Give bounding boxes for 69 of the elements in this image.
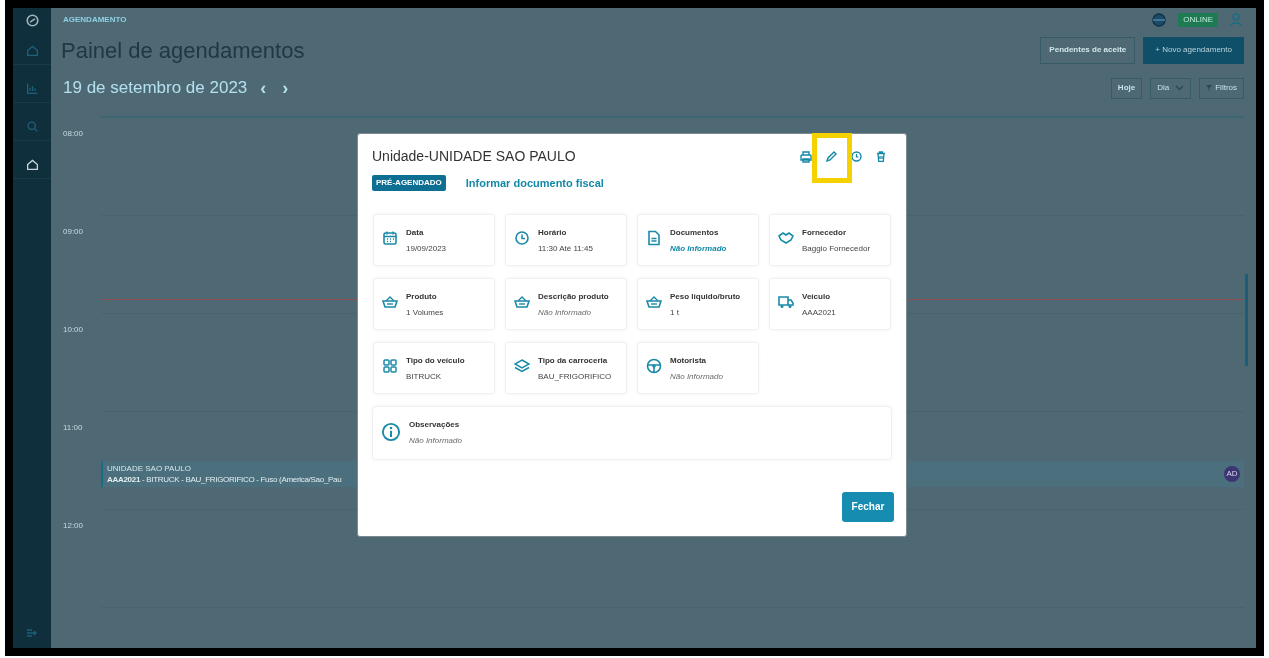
expand-icon[interactable] [27,628,37,638]
pending-button[interactable]: Pendentes de aceite [1040,36,1136,64]
breadcrumb[interactable]: AGENDAMENTO [63,14,127,26]
status-badge: ONLINE [1178,13,1218,27]
steering-wheel-icon [646,357,662,374]
previous-day-button[interactable]: ‹ [257,74,270,102]
field-label: Veículo [802,290,831,303]
field-label: Fornecedor [802,226,847,239]
next-day-button[interactable]: › [279,74,292,102]
field-label: Horário [538,226,568,239]
today-button[interactable]: Hoje [1110,77,1143,99]
field-label: Data [406,226,425,239]
field-value: 19/09/2023 [406,242,447,255]
field-value: Não Informado [409,434,462,447]
truck-icon [778,293,794,310]
search-icon [25,120,39,133]
field-label: Documentos [670,226,720,239]
close-button[interactable]: Fechar [842,491,894,522]
field-value: Baggio Fornecedor [802,242,871,255]
field-value: 1 Volumes [406,306,444,319]
field-value: AAA2021 [802,306,836,319]
hour-label: 09:00 [63,226,85,238]
layers-icon [514,357,530,374]
hour-label: 10:00 [63,324,85,336]
field-label: Tipo da carroceria [538,354,609,367]
view-select[interactable]: Dia [1150,77,1192,99]
chevron-down-icon [1175,85,1185,91]
scrollbar-thumb[interactable] [1245,274,1248,366]
event-detail: AAA2021 - BITRUCK - BAU_FRIGORIFICO - Fuso (America/Sao_Pau [107,474,342,485]
current-date: 19 de setembro de 2023 [63,77,248,100]
highlight-frame [812,133,852,183]
logo-icon[interactable] [25,14,39,27]
field-value: Não Informado [670,370,723,383]
home-icon [25,44,39,57]
avatar: AD [1224,466,1240,482]
fiscal-document-link[interactable]: Informar documento fiscal [465,175,604,192]
field-label: Observações [409,418,461,431]
dialog-title: Unidade-UNIDADE SAO PAULO [372,147,576,166]
home-icon [25,158,39,171]
filter-icon [1206,85,1213,91]
filters-button[interactable]: Filtros [1199,77,1244,99]
field-label: Produto [406,290,438,303]
event-title: UNIDADE SAO PAULO [107,463,192,474]
calendar-icon [382,229,398,246]
field-value: BITRUCK [406,370,443,383]
globe-icon[interactable] [1152,13,1167,27]
pencil-icon[interactable] [826,151,837,162]
hour-label: 12:00 [63,520,85,532]
field-value: Não Informado [670,242,727,255]
grid-icon [382,357,398,374]
field-value: BAU_FRIGORIFICO [538,370,612,383]
field-label: Peso líquido/bruto [670,290,741,303]
hour-label: 08:00 [63,128,85,140]
field-value: 1 t [670,306,680,319]
chart-icon [25,82,39,95]
field-label: Descrição produto [538,290,609,303]
status-badge: PRÉ-AGENDADO [372,175,446,192]
print-icon[interactable] [800,150,812,163]
clock-icon[interactable] [851,151,862,162]
hour-label: 11:00 [63,422,84,434]
field-label: Motorista [670,354,707,367]
new-schedule-button[interactable]: + Novo agendamento [1143,36,1244,64]
info-icon [381,421,401,442]
field-label: Tipo do veículo [406,354,465,367]
trash-icon[interactable] [876,151,886,162]
field-value: Não Informado [538,306,592,319]
clock-icon [514,229,530,246]
field-value: 11:30 Até 11:45 [538,242,593,255]
document-icon [646,229,662,246]
